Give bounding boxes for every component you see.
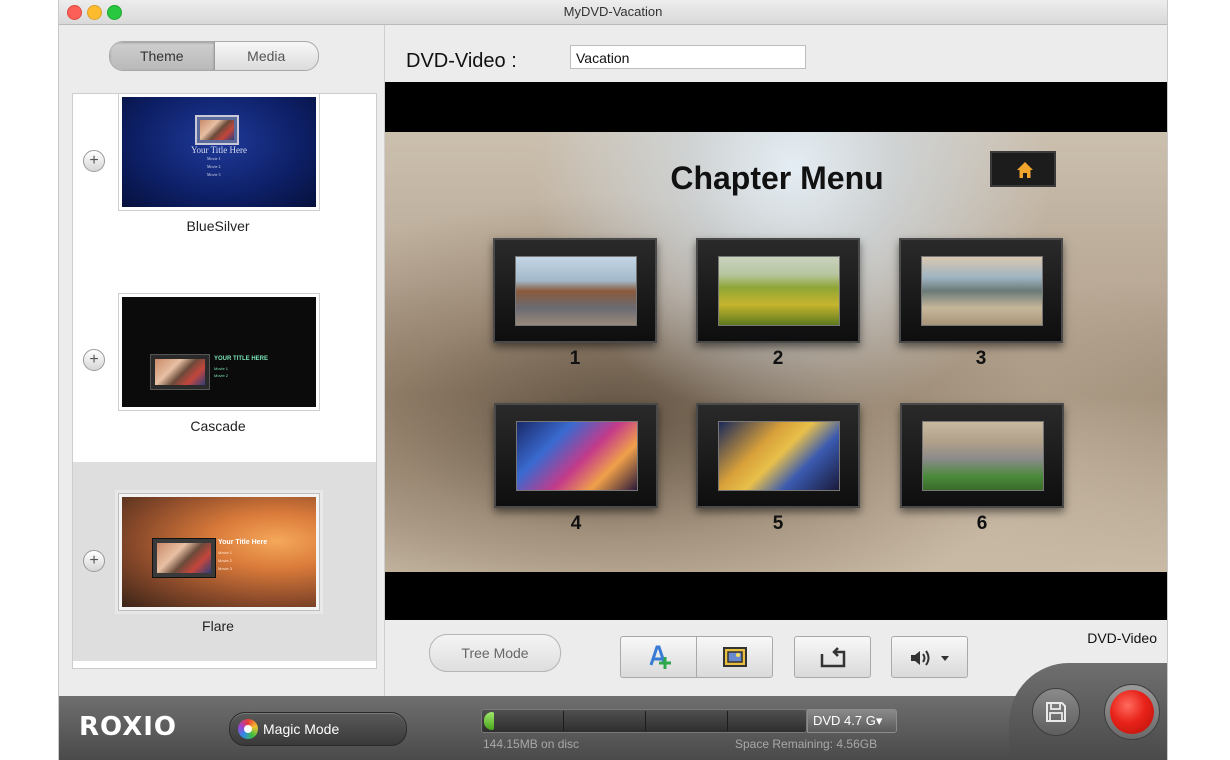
capacity-segment [645,711,646,731]
loop-icon [820,647,846,668]
chapter-thumbnail-1[interactable] [493,238,657,343]
thumb-item: Movie 2 [207,164,221,169]
theme-thumbnail[interactable]: Your Title Here Movie 1 Movie 2 Movie 3 [119,494,319,610]
project-type-label: DVD-Video : [406,50,517,72]
record-icon [1110,690,1154,734]
theme-thumbnail[interactable]: Your Title Here Movie 1 Movie 2 Movie 3 [119,94,319,210]
project-name-input[interactable]: Vacation [570,45,806,69]
thumbnail-photo [157,543,211,573]
volume-button[interactable] [891,636,968,678]
add-theme-button[interactable]: + [83,550,105,572]
thumb-title: Your Title Here [218,539,268,546]
theme-thumbnail[interactable]: YOUR TITLE HERE Movie 1 Movie 2 [119,294,319,410]
save-button[interactable] [1032,688,1080,736]
app-window: MyDVD-Vacation Theme Media + Your Title … [58,0,1168,760]
theme-name: Flare [202,618,234,634]
chapter-number: 6 [976,513,988,534]
add-chapter-image-icon [723,647,747,667]
chapter-thumbnail-3[interactable] [899,238,1063,343]
tab-theme[interactable]: Theme [110,42,215,70]
chapter-menu-scene: Chapter Menu 1 2 3 4 5 6 [385,132,1167,572]
chapter-number: 5 [772,513,784,534]
chapter-number: 4 [570,513,582,534]
roxio-logo: ROXIO [79,712,178,742]
home-button[interactable] [990,151,1056,187]
theme-name: BlueSilver [186,218,250,234]
chapter-number: 2 [772,348,784,369]
thumb-title: YOUR TITLE HERE [214,356,269,362]
chapter-number: 1 [569,348,581,369]
menu-preview: Chapter Menu 1 2 3 4 5 6 [385,82,1167,620]
disc-capacity-bar [481,709,807,733]
disc-format-label: DVD-Video [1087,630,1157,646]
chapter-image [718,421,840,491]
space-remaining-text: Space Remaining: 4.56GB [735,737,878,751]
chapter-number: 3 [975,348,987,369]
home-icon [1017,162,1033,178]
add-media-button[interactable] [620,636,697,678]
thumbnail-photo [155,359,205,385]
theme-list: + Your Title Here Movie 1 Movie 2 Movie … [72,93,377,669]
capacity-used-fill [484,712,494,730]
title-bar: MyDVD-Vacation [59,0,1167,25]
thumb-item: Movie 1 [207,156,221,161]
save-icon [1046,702,1066,722]
window-title: MyDVD-Vacation [563,4,663,19]
add-theme-button[interactable]: + [83,349,105,371]
chapter-thumbnail-2[interactable] [696,238,860,343]
thumb-item: Movie 3 [218,566,233,571]
sidebar-tabs: Theme Media [109,41,319,71]
chapter-image [515,256,637,326]
magic-mode-button[interactable]: Magic Mode [229,712,407,746]
disc-size-dropdown[interactable]: DVD 4.7 G▾ [807,709,897,733]
theme-item-bluesilver[interactable]: + Your Title Here Movie 1 Movie 2 Movie … [73,94,376,293]
loop-button[interactable] [794,636,871,678]
chapter-image [718,256,840,326]
thumb-item: Movie 3 [207,172,221,177]
chapter-image [922,421,1044,491]
thumb-item: Movie 1 [214,366,229,371]
chapter-image [516,421,638,491]
capacity-segment [727,711,728,731]
main-panel: DVD-Video : Vacation Chapter Menu 1 2 3 … [385,25,1167,696]
tree-mode-button[interactable]: Tree Mode [429,634,561,672]
theme-name: Cascade [190,418,246,434]
chapter-thumbnail-5[interactable] [696,403,860,508]
magic-mode-label: Magic Mode [263,721,340,737]
volume-icon [911,650,949,666]
chapter-thumbnail-6[interactable] [900,403,1064,508]
theme-item-flare[interactable]: + Your Title Here Movie 1 Movie 2 Movie … [73,462,376,661]
thumb-item: Movie 1 [218,550,233,555]
burn-button[interactable] [1104,684,1160,740]
sidebar: Theme Media + Your Title Here Movie 1 Mo… [59,25,385,696]
thumb-title: Your Title Here [190,145,248,155]
add-theme-button[interactable]: + [83,150,105,172]
thumb-item: Movie 2 [218,558,233,563]
add-media-icon [649,645,671,669]
used-space-text: 144.15MB on disc [483,737,580,751]
thumb-item: Movie 2 [214,373,229,378]
capacity-segment [563,711,564,731]
chapter-thumbnail-4[interactable] [494,403,658,508]
add-chapter-image-button[interactable] [696,636,773,678]
magic-disc-icon [238,719,258,739]
thumbnail-photo [200,120,234,140]
chapter-image [921,256,1043,326]
tab-media[interactable]: Media [215,42,319,70]
